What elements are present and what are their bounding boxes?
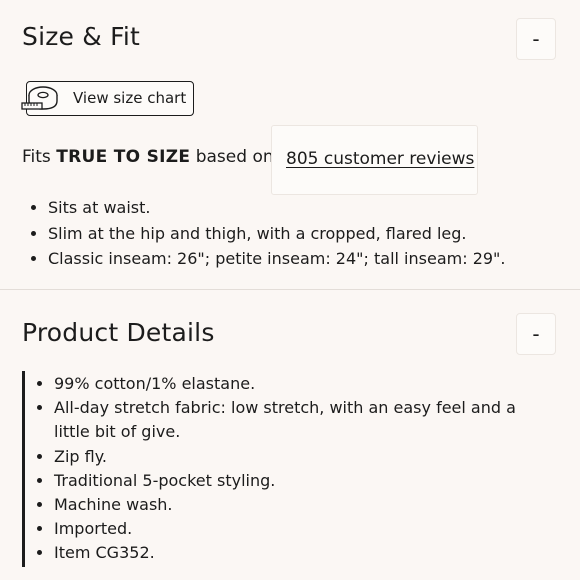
size-fit-bullets: Sits at waist. Slim at the hip and thigh…: [22, 195, 506, 272]
details-accent-bar: [22, 371, 25, 567]
list-item: Slim at the hip and thigh, with a croppe…: [48, 221, 506, 247]
measuring-tape-icon: [21, 84, 63, 118]
list-item: All-day stretch fabric: low stretch, wit…: [54, 396, 524, 444]
size-fit-collapse-button[interactable]: -: [516, 18, 556, 60]
product-details-collapse-button[interactable]: -: [516, 313, 556, 355]
list-item: Zip fly.: [54, 445, 524, 469]
product-details-title: Product Details: [22, 318, 215, 347]
reviews-link-box: 805 customer reviews: [271, 125, 478, 195]
section-divider: [0, 289, 580, 290]
list-item: Classic inseam: 26"; petite inseam: 24";…: [48, 246, 506, 272]
customer-reviews-link[interactable]: 805 customer reviews: [286, 149, 474, 169]
view-size-chart-label: View size chart: [73, 89, 187, 107]
fits-summary: Fits TRUE TO SIZE based on: [22, 147, 274, 167]
fits-true-to-size: TRUE TO SIZE: [56, 147, 191, 167]
fits-prefix: Fits: [22, 147, 51, 167]
list-item: Machine wash.: [54, 493, 524, 517]
list-item: Traditional 5-pocket styling.: [54, 469, 524, 493]
list-item: Sits at waist.: [48, 195, 506, 221]
list-item: 99% cotton/1% elastane.: [54, 372, 524, 396]
view-size-chart-button[interactable]: View size chart: [21, 81, 194, 116]
size-fit-title: Size & Fit: [22, 22, 141, 51]
fits-suffix: based on: [195, 147, 274, 167]
product-details-bullets: 99% cotton/1% elastane. All-day stretch …: [28, 372, 524, 566]
list-item: Item CG352.: [54, 541, 524, 565]
list-item: Imported.: [54, 517, 524, 541]
